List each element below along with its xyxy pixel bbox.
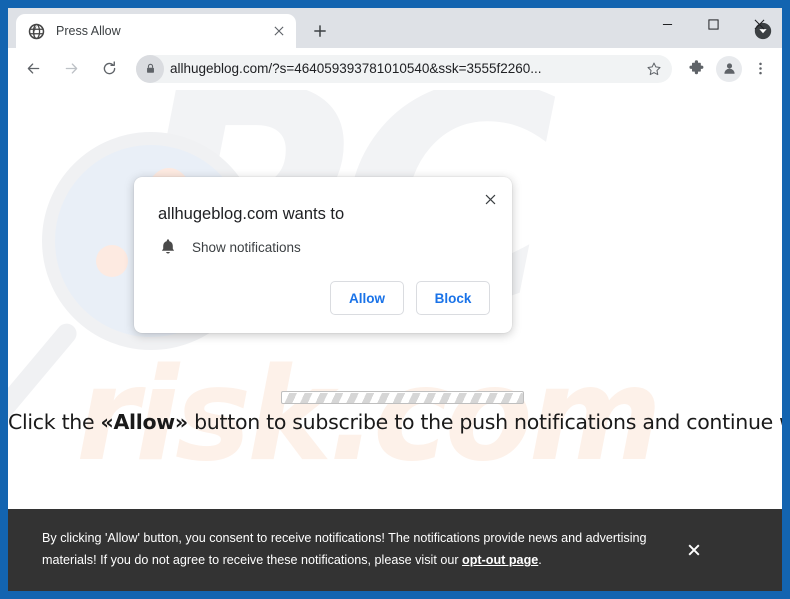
watermark-dot	[96, 245, 128, 277]
headline-emphasis: «Allow»	[100, 410, 189, 434]
consent-banner: By clicking 'Allow' button, you consent …	[8, 509, 782, 591]
allow-button[interactable]: Allow	[330, 281, 404, 315]
extensions-puzzle-icon[interactable]	[682, 55, 710, 83]
lock-icon[interactable]	[136, 54, 164, 83]
maximize-button[interactable]	[690, 8, 736, 40]
dialog-title: allhugeblog.com wants to	[158, 205, 345, 223]
page-viewport: PC risk.com Click the «Allow» button to …	[8, 90, 782, 591]
reload-button[interactable]	[94, 54, 124, 84]
forward-button[interactable]	[56, 54, 86, 84]
notification-permission-dialog: allhugeblog.com wants to Show notificati…	[134, 177, 512, 333]
magnifier-handle-shape	[8, 319, 81, 425]
address-bar[interactable]: allhugeblog.com/?s=464059393781010540&ss…	[136, 54, 672, 83]
consent-text-before: By clicking 'Allow' button, you consent …	[42, 531, 647, 567]
page-headline: Click the «Allow» button to subscribe to…	[8, 410, 782, 434]
block-button[interactable]: Block	[416, 281, 490, 315]
browser-window: Press Allow allhugeblog.com/?s=464059393…	[8, 8, 782, 591]
consent-banner-text: By clicking 'Allow' button, you consent …	[42, 528, 667, 571]
dialog-permission-label: Show notifications	[192, 239, 301, 255]
loading-progress-bar	[281, 391, 524, 404]
headline-suffix: button to subscribe to the push notifica…	[194, 410, 782, 434]
browser-window-frame: Press Allow allhugeblog.com/?s=464059393…	[0, 0, 790, 599]
minimize-button[interactable]	[644, 8, 690, 40]
address-bar-url[interactable]: allhugeblog.com/?s=464059393781010540&ss…	[164, 61, 642, 76]
window-controls	[644, 8, 782, 40]
close-window-button[interactable]	[736, 8, 782, 40]
globe-icon	[28, 23, 45, 40]
browser-tab-press-allow[interactable]: Press Allow	[16, 14, 296, 48]
profile-avatar-icon[interactable]	[716, 55, 742, 82]
bell-icon	[158, 237, 178, 257]
dialog-permission-row: Show notifications	[158, 237, 301, 257]
opt-out-page-link[interactable]: opt-out page	[462, 553, 538, 567]
back-button[interactable]	[18, 54, 48, 84]
headline-prefix: Click the	[8, 410, 101, 434]
chrome-menu-icon[interactable]	[746, 55, 774, 83]
consent-banner-close-icon[interactable]	[677, 533, 711, 567]
new-tab-button[interactable]	[306, 17, 334, 45]
tab-strip: Press Allow	[8, 8, 782, 48]
close-icon[interactable]	[270, 22, 288, 40]
consent-text-after: .	[538, 553, 542, 567]
bookmark-star-icon[interactable]	[642, 57, 666, 81]
tab-title: Press Allow	[56, 24, 121, 38]
dialog-actions: Allow Block	[330, 281, 490, 315]
browser-toolbar: allhugeblog.com/?s=464059393781010540&ss…	[8, 48, 782, 90]
dialog-close-icon[interactable]	[476, 185, 504, 213]
